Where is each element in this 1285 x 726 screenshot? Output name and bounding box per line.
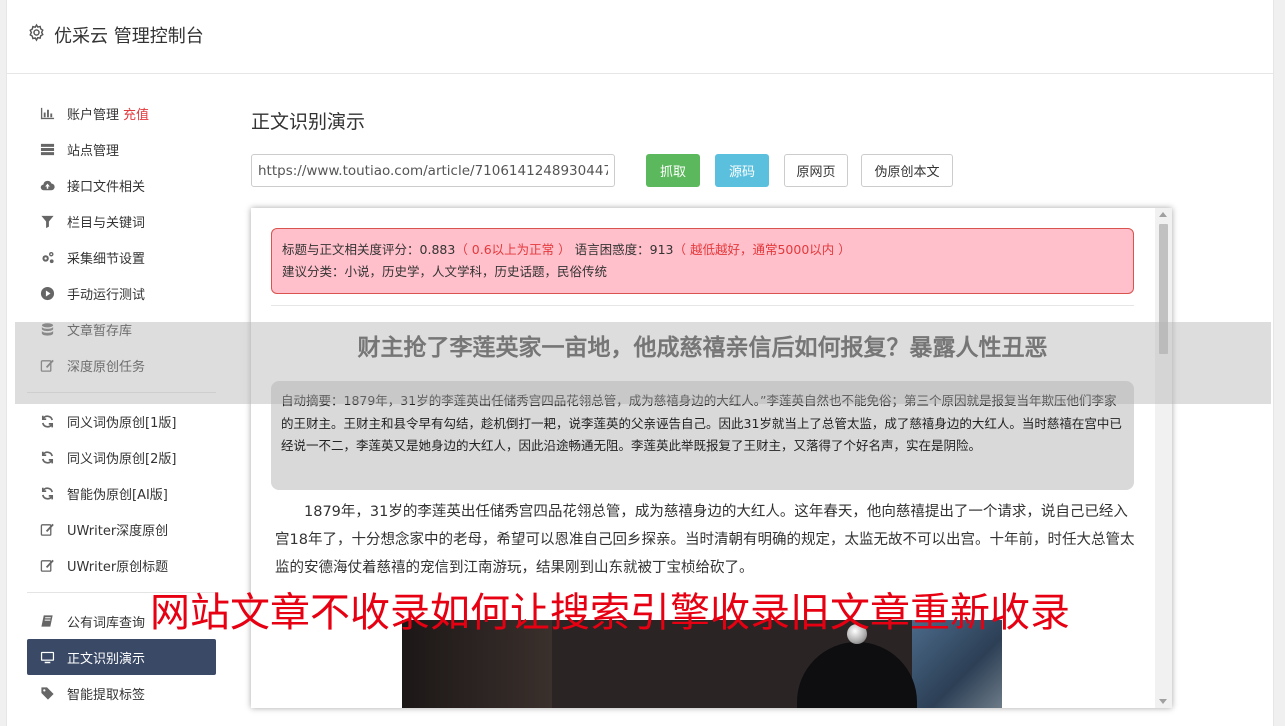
sidebar-item-label: 栏目与关键词 xyxy=(67,215,146,231)
brand[interactable]: 优采云 管理控制台 xyxy=(27,22,204,48)
image-hat xyxy=(797,642,917,708)
scroll-down-arrow-icon[interactable] xyxy=(1159,699,1167,704)
sidebar-item-columns-keywords[interactable]: 栏目与关键词 xyxy=(27,203,216,239)
sidebar-item-label: 手动运行测试 xyxy=(67,287,146,303)
server-icon xyxy=(39,141,55,157)
refresh-icon xyxy=(39,413,55,429)
sidebar-item-uwriter-title[interactable]: UWriter原创标题 xyxy=(27,547,216,583)
sidebar-item-label: UWriter原创标题 xyxy=(67,559,169,575)
sidebar-item-label: 同义词伪原创[1版] xyxy=(67,415,177,431)
bar-chart-icon xyxy=(39,105,55,121)
top-bar: 优采云 管理控制台 xyxy=(7,0,1273,74)
divider xyxy=(271,305,1134,306)
sidebar-item-manual-run[interactable]: 手动运行测试 xyxy=(27,275,216,311)
refresh-icon xyxy=(39,485,55,501)
sidebar-item-body-recognition[interactable]: 正文识别演示 xyxy=(27,639,216,675)
sidebar-item-label: 公有词库查询 xyxy=(67,615,146,631)
sidebar-item-article-store[interactable]: 文章暂存库 xyxy=(27,311,216,347)
sidebar-item-label: UWriter深度原创 xyxy=(67,523,169,539)
sidebar-item-api-files[interactable]: 接口文件相关 xyxy=(27,167,216,203)
sidebar-item-label: 接口文件相关 xyxy=(67,179,146,195)
overlay-caption: 网站文章不收录如何让搜索引擎收录旧文章重新收录 xyxy=(150,590,1070,636)
gears-icon xyxy=(39,249,55,265)
database-icon xyxy=(39,321,55,337)
page-title: 正文识别演示 xyxy=(251,111,366,133)
perplexity-note: （ 越低越好，通常5000以内 ） xyxy=(673,242,851,257)
scrollbar-thumb[interactable] xyxy=(1159,224,1168,354)
category-line: 建议分类：小说，历史学，人文学科，历史话题，民俗传统 xyxy=(282,261,1123,283)
sidebar-item-label: 同义词伪原创[2版] xyxy=(67,451,177,467)
cloud-upload-icon xyxy=(39,177,55,193)
recharge-link[interactable]: 充值 xyxy=(123,104,149,123)
sidebar-divider xyxy=(27,392,216,393)
analysis-alert: 标题与正文相关度评分：0.883（ 0.6以上为正常 ） 语言困惑度：913（ … xyxy=(271,228,1134,294)
scroll-up-arrow-icon[interactable] xyxy=(1159,212,1167,217)
refresh-icon xyxy=(39,449,55,465)
article-title: 财主抢了李莲英家一亩地，他成慈禧亲信后如何报复？暴露人性丑恶 xyxy=(357,335,1048,361)
category-label: 建议分类： xyxy=(282,264,345,279)
book-icon xyxy=(39,613,55,629)
original-page-button[interactable]: 原网页 xyxy=(784,154,848,187)
sidebar-item-label: 智能伪原创[AI版] xyxy=(67,487,168,503)
score-line: 标题与正文相关度评分：0.883（ 0.6以上为正常 ） 语言困惑度：913（ … xyxy=(282,239,1123,261)
pseudo-original-button[interactable]: 伪原创本文 xyxy=(861,154,953,187)
sidebar-item-sites[interactable]: 站点管理 xyxy=(27,131,216,167)
score-value: 0.883 xyxy=(419,242,456,257)
edit-icon xyxy=(39,521,55,537)
url-input[interactable] xyxy=(251,154,615,187)
sidebar-item-synonym-v2[interactable]: 同义词伪原创[2版] xyxy=(27,439,216,475)
filter-icon xyxy=(39,213,55,229)
fetch-button[interactable]: 抓取 xyxy=(646,154,700,187)
play-circle-icon xyxy=(39,285,55,301)
sidebar-item-account[interactable]: 账户管理 充值 xyxy=(27,95,216,131)
score-label: 标题与正文相关度评分： xyxy=(282,242,420,257)
sidebar-item-label: 账户管理 xyxy=(67,107,120,123)
sidebar-item-label: 正文识别演示 xyxy=(67,651,146,667)
sidebar-item-uwriter-deep[interactable]: UWriter深度原创 xyxy=(27,511,216,547)
sidebar-item-collect-settings[interactable]: 采集细节设置 xyxy=(27,239,216,275)
gear-icon xyxy=(27,23,46,47)
scrollbar[interactable] xyxy=(1155,208,1172,708)
perplexity-label: 语言困惑度： xyxy=(574,242,650,257)
article-paragraph: 1879年，31岁的李莲英出任储秀宫四品花翎总管，成为慈禧身边的大红人。这年春天… xyxy=(275,504,1135,576)
sidebar-item-label: 深度原创任务 xyxy=(67,359,146,375)
brand-title: 优采云 管理控制台 xyxy=(54,26,204,47)
sidebar-item-label: 站点管理 xyxy=(67,143,120,159)
sidebar-item-label: 智能提取标签 xyxy=(67,687,146,703)
tag-icon xyxy=(39,685,55,701)
sidebar-item-ai-pseudo-original[interactable]: 智能伪原创[AI版] xyxy=(27,475,216,511)
category-values: 小说，历史学，人文学科，历史话题，民俗传统 xyxy=(344,264,608,279)
edit-icon xyxy=(39,357,55,373)
sidebar-item-deep-original-task[interactable]: 深度原创任务 xyxy=(27,347,216,383)
perplexity-value: 913 xyxy=(649,242,674,257)
edit-icon xyxy=(39,557,55,573)
source-button[interactable]: 源码 xyxy=(715,154,769,187)
score-note: （ 0.6以上为正常 ） xyxy=(455,242,571,257)
sidebar-item-synonym-v1[interactable]: 同义词伪原创[1版] xyxy=(27,403,216,439)
sidebar-item-smart-tags[interactable]: 智能提取标签 xyxy=(27,675,216,711)
monitor-icon xyxy=(39,649,55,665)
article-summary: 自动摘要：1879年，31岁的李莲英出任储秀宫四品花翎总管，成为慈禧身边的大红人… xyxy=(271,381,1134,490)
sidebar-item-label: 采集细节设置 xyxy=(67,251,146,267)
sidebar-item-label: 文章暂存库 xyxy=(67,323,133,339)
